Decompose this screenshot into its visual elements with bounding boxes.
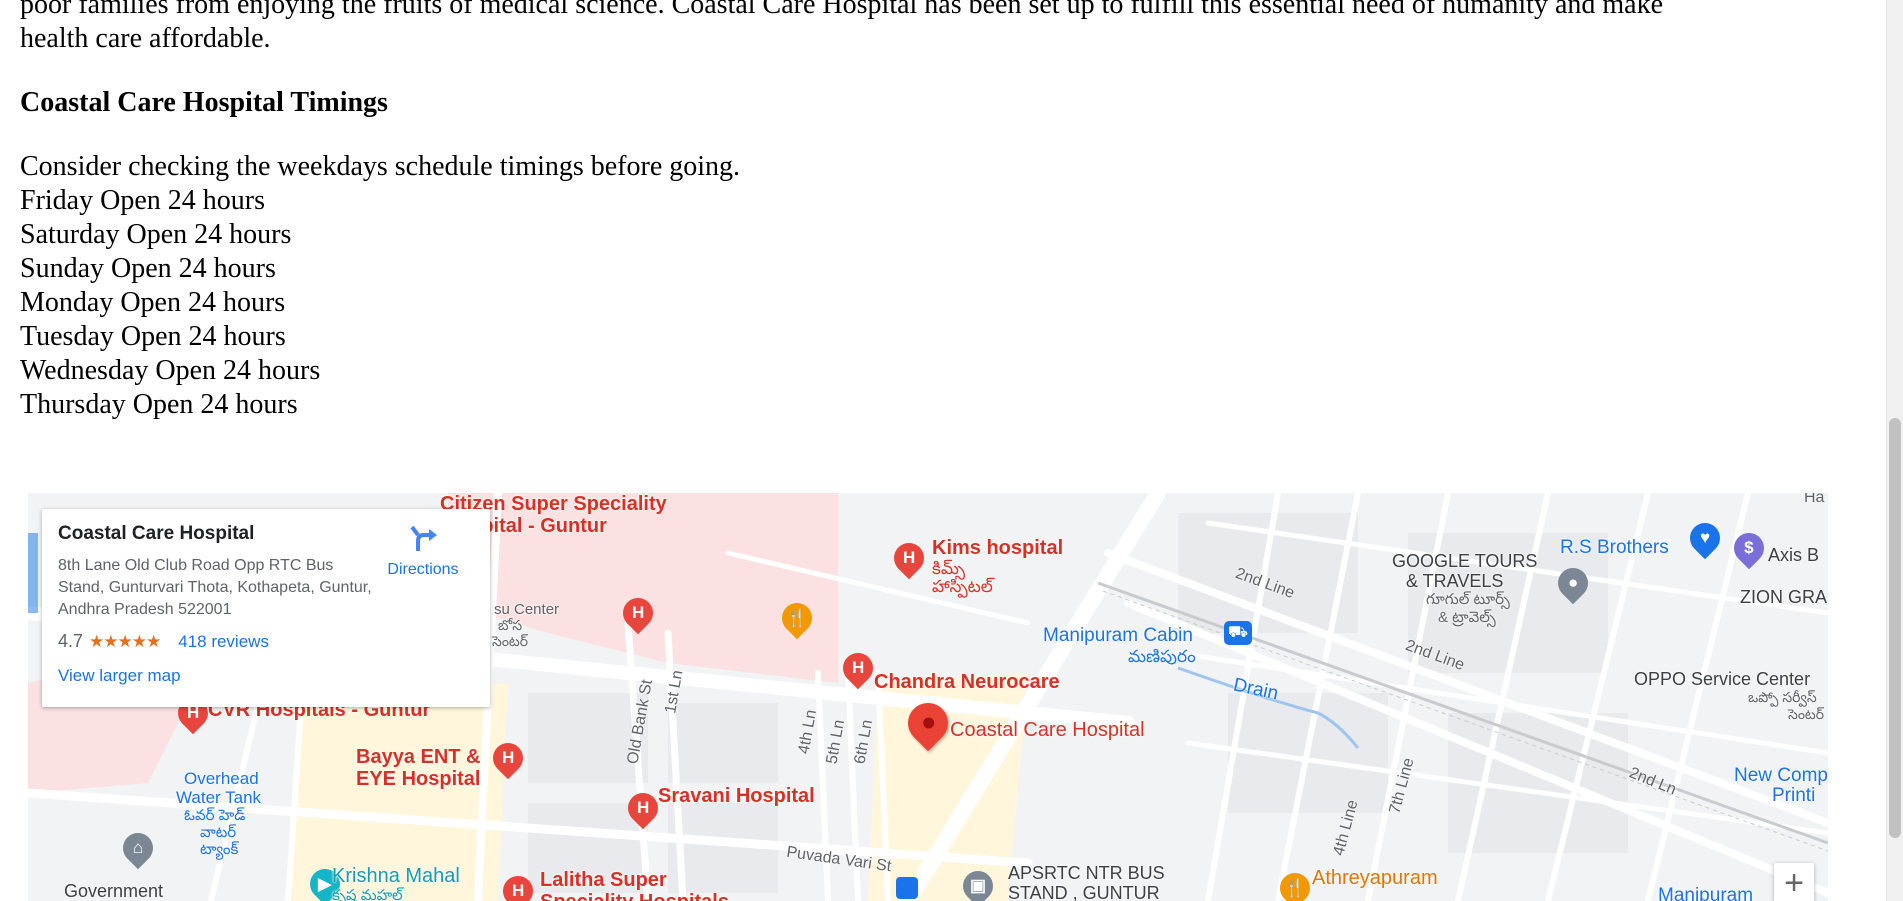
map-label-bayya[interactable]: Bayya ENT & (356, 746, 481, 769)
scrollbar-thumb[interactable] (1889, 418, 1901, 838)
map-label-chandra[interactable]: Chandra Neurocare (874, 671, 1060, 694)
schedule-intro: Consider checking the weekdays schedule … (20, 151, 741, 182)
schedule-row: Wednesday Open 24 hours (20, 355, 321, 386)
map-label-google-tours[interactable]: GOOGLE TOURS (1392, 551, 1537, 572)
map-label-bus-center[interactable]: su Center (494, 601, 559, 618)
map-label-apsrtc[interactable]: APSRTC NTR BUS (1008, 863, 1165, 884)
schedule-row: Sunday Open 24 hours (20, 253, 276, 284)
schedule-row: Tuesday Open 24 hours (20, 321, 286, 352)
map-label-krishna[interactable]: Krishna Mahal (332, 865, 460, 888)
map-label-overhead-2[interactable]: Water Tank (176, 788, 261, 808)
map-label-google-tours-te-2: & ట్రావెల్స్ (1438, 609, 1496, 626)
schedule-row: Saturday Open 24 hours (20, 219, 292, 250)
rating-value: 4.7 (58, 631, 84, 651)
map-label-overhead-te-3: ట్యాంక్ (200, 841, 239, 858)
map-label-kims[interactable]: Kims hospital (932, 537, 1063, 560)
map-label-bus-center-te-2: సెంటర్ (492, 633, 529, 649)
directions-label: Directions (387, 561, 459, 578)
article-body: poor families from enjoying the fruits o… (20, 0, 1820, 422)
place-address: 8th Lane Old Club Road Opp RTC Bus Stand… (58, 557, 372, 618)
intro-text: poor families from enjoying the fruits o… (20, 0, 1664, 20)
view-larger-map-link[interactable]: View larger map (58, 666, 474, 686)
reviews-link[interactable]: 418 reviews (178, 632, 269, 652)
timings-heading: Coastal Care Hospital Timings (20, 87, 388, 118)
map-label-oppo-te-2: సెంటర్ (1788, 706, 1825, 722)
map-label-athreya[interactable]: Athreyapuram (1312, 867, 1438, 890)
schedule-row: Monday Open 24 hours (20, 287, 286, 318)
map-label-manipuram-te: మణిపురం (1128, 647, 1196, 666)
map-label-manipuram[interactable]: Manipuram Cabin (1043, 625, 1193, 647)
map-label-krishna-te: కృష్ణ మహల్ (332, 887, 403, 901)
train-station-icon[interactable]: ⛟ (1224, 621, 1252, 645)
place-rating-row: 4.7 ★★★★★ 418 reviews (58, 631, 474, 652)
map-label-coastal[interactable]: Coastal Care Hospital (950, 719, 1145, 742)
map-label-manipuram-bottom[interactable]: Manipuram (1658, 885, 1753, 901)
zoom-in-button[interactable]: + (1774, 863, 1814, 901)
map-label-bayya-2[interactable]: EYE Hospital (356, 768, 480, 791)
map-label-zion[interactable]: ZION GRA (1740, 587, 1827, 608)
page-scrollbar[interactable] (1886, 0, 1903, 901)
map-label-rs-brothers[interactable]: R.S Brothers (1560, 537, 1669, 559)
map-label-overhead[interactable]: Overhead (184, 769, 259, 789)
map-label-lalitha-2[interactable]: Speciality Hospitals (540, 891, 729, 901)
map-label-axis[interactable]: Axis B (1768, 545, 1819, 566)
bus-stop-icon[interactable] (896, 877, 918, 899)
map-label-sravani[interactable]: Sravani Hospital (658, 785, 815, 808)
map-label-kims-te-2: హాస్పిటల్ (932, 577, 993, 596)
map-label-google-tours-2[interactable]: & TRAVELS (1406, 571, 1503, 592)
embedded-map[interactable]: H H H H H H H 🍴 🍴 ▶ ⌂ ● ▣ ♥ $ ⛟ Citizen … (28, 493, 1828, 901)
rating-stars-icon: ★★★★★ (89, 631, 161, 651)
place-info-card: Coastal Care Hospital 8th Lane Old Club … (42, 509, 490, 707)
map-label-ha: Ha (1804, 493, 1825, 506)
map-label-government[interactable]: Government (64, 881, 163, 901)
map-label-new-comp-2[interactable]: Printi (1772, 785, 1815, 807)
map-label-oppo[interactable]: OPPO Service Center (1634, 669, 1810, 690)
directions-icon (408, 523, 438, 553)
schedule-row: Thursday Open 24 hours (20, 389, 298, 420)
map-label-apsrtc-2[interactable]: STAND , GUNTUR (1008, 883, 1160, 901)
schedule-row: Friday Open 24 hours (20, 185, 265, 216)
intro-text-end: health care affordable. (20, 23, 271, 54)
map-label-lalitha[interactable]: Lalitha Super (540, 869, 667, 892)
map-label-new-comp[interactable]: New Comp (1734, 765, 1828, 787)
directions-button[interactable]: Directions (378, 523, 468, 579)
schedule-list: Friday Open 24 hours Saturday Open 24 ho… (20, 184, 1820, 422)
